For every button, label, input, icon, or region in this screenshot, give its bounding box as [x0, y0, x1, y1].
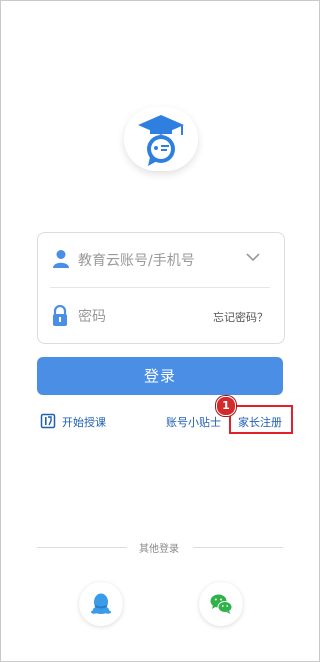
wechat-login-button[interactable]: [199, 582, 243, 626]
app-logo: [124, 107, 198, 171]
lock-icon: [53, 305, 67, 326]
password-field[interactable]: 密码 忘记密码？: [38, 289, 284, 343]
qq-login-button[interactable]: [79, 582, 123, 626]
account-input[interactable]: 教育云账号/手机号: [78, 250, 195, 270]
other-login-label: 其他登录: [139, 544, 179, 555]
chevron-down-icon[interactable]: [246, 253, 260, 262]
step-badge: 1: [216, 396, 236, 416]
parent-register-label: 家长注册: [238, 416, 282, 429]
login-button[interactable]: 登录: [37, 357, 283, 395]
start-teaching-label: 开始授课: [62, 416, 106, 429]
divider-right: [193, 547, 283, 548]
forgot-password-link[interactable]: 忘记密码？: [213, 309, 268, 325]
account-tips-link[interactable]: 账号小贴士: [166, 414, 221, 430]
login-form: 教育云账号/手机号 密码 忘记密码？: [37, 232, 285, 344]
user-icon: [53, 250, 69, 268]
parent-register-link[interactable]: 家长注册: [229, 405, 293, 434]
field-divider: [50, 287, 270, 288]
book-icon: [40, 413, 56, 429]
wechat-icon: [210, 594, 233, 614]
account-field[interactable]: 教育云账号/手机号: [38, 233, 284, 287]
password-input[interactable]: 密码: [78, 306, 106, 326]
divider-left: [37, 547, 127, 548]
qq-icon: [91, 593, 111, 614]
graduation-cap-chat-icon: [138, 115, 184, 166]
